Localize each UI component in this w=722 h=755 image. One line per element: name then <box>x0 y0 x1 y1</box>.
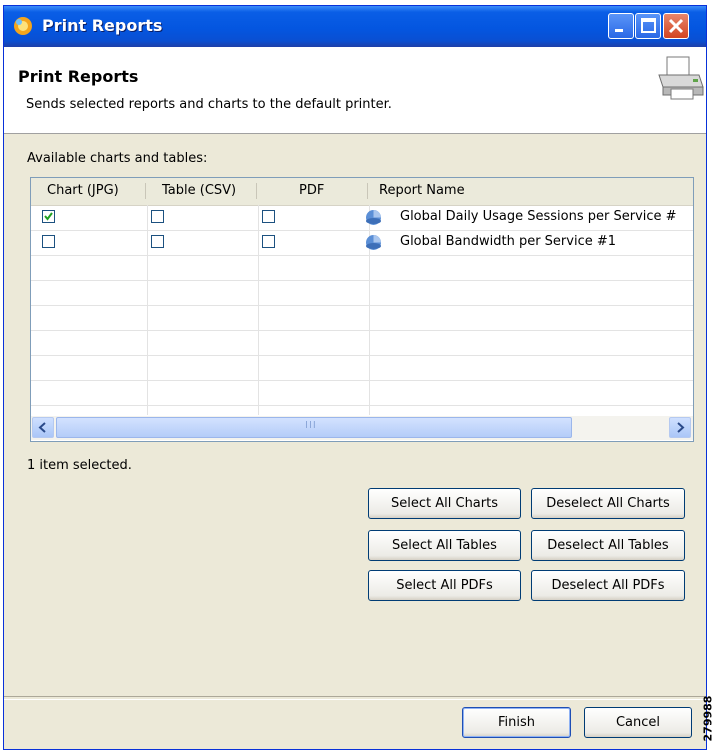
report-icon <box>366 235 381 250</box>
check-icon <box>44 212 53 221</box>
reports-table: Chart (JPG) Table (CSV) PDF Report Name … <box>30 177 694 442</box>
empty-row <box>31 380 693 406</box>
empty-row <box>31 355 693 381</box>
available-label: Available charts and tables: <box>27 151 208 166</box>
table-header: Chart (JPG) Table (CSV) PDF Report Name <box>31 178 693 206</box>
horizontal-scrollbar[interactable]: III <box>31 416 693 440</box>
dialog-header: Print Reports Sends selected reports and… <box>4 47 706 134</box>
table-row[interactable]: Global Bandwidth per Service #1 <box>31 230 693 256</box>
column-table-header[interactable]: Table (CSV) <box>162 178 236 204</box>
report-name: Global Daily Usage Sessions per Service … <box>400 209 677 224</box>
window-title: Print Reports <box>42 16 163 35</box>
pdf-checkbox[interactable] <box>262 235 275 248</box>
arrow-right-icon <box>677 422 685 433</box>
table-checkbox[interactable] <box>151 210 164 223</box>
select-all-tables-button[interactable]: Select All Tables <box>368 530 521 561</box>
footer-separator <box>4 696 706 700</box>
figure-id-text: 279988 <box>701 695 715 742</box>
cancel-button[interactable]: Cancel <box>584 707 692 738</box>
column-chart-header[interactable]: Chart (JPG) <box>47 178 119 204</box>
app-icon <box>14 17 32 35</box>
deselect-all-tables-button[interactable]: Deselect All Tables <box>531 530 685 561</box>
title-bar[interactable]: Print Reports <box>4 6 706 47</box>
pdf-checkbox[interactable] <box>262 210 275 223</box>
empty-row <box>31 305 693 331</box>
select-all-charts-button[interactable]: Select All Charts <box>368 488 521 519</box>
minimize-icon <box>615 29 623 32</box>
empty-row <box>31 255 693 281</box>
empty-row <box>31 280 693 306</box>
table-row[interactable]: Global Daily Usage Sessions per Service … <box>31 205 693 231</box>
scroll-thumb[interactable]: III <box>56 417 572 438</box>
header-description: Sends selected reports and charts to the… <box>26 97 392 112</box>
maximize-button[interactable] <box>635 13 661 39</box>
report-icon <box>366 210 381 225</box>
column-report-name-header[interactable]: Report Name <box>379 178 465 204</box>
printer-icon <box>658 56 704 100</box>
close-button[interactable] <box>663 13 689 39</box>
empty-row <box>31 330 693 356</box>
selection-status: 1 item selected. <box>27 458 132 473</box>
maximize-icon <box>641 18 656 33</box>
scroll-right-button[interactable] <box>669 417 691 438</box>
figure-id-label: 279988 <box>701 690 722 750</box>
report-name: Global Bandwidth per Service #1 <box>400 234 617 249</box>
column-pdf-header[interactable]: PDF <box>299 178 324 204</box>
select-all-pdfs-button[interactable]: Select All PDFs <box>368 570 521 601</box>
finish-button[interactable]: Finish <box>462 707 571 738</box>
table-checkbox[interactable] <box>151 235 164 248</box>
close-icon <box>668 18 684 34</box>
minimize-button[interactable] <box>608 13 634 39</box>
chart-checkbox[interactable] <box>42 210 55 223</box>
chart-checkbox[interactable] <box>42 235 55 248</box>
deselect-all-charts-button[interactable]: Deselect All Charts <box>531 488 685 519</box>
scroll-grip: III <box>305 420 317 431</box>
header-title: Print Reports <box>18 67 139 86</box>
deselect-all-pdfs-button[interactable]: Deselect All PDFs <box>531 570 685 601</box>
scroll-left-button[interactable] <box>32 417 54 438</box>
arrow-left-icon <box>38 422 46 433</box>
print-reports-dialog: Print Reports Print Reports Sends select… <box>3 5 707 750</box>
